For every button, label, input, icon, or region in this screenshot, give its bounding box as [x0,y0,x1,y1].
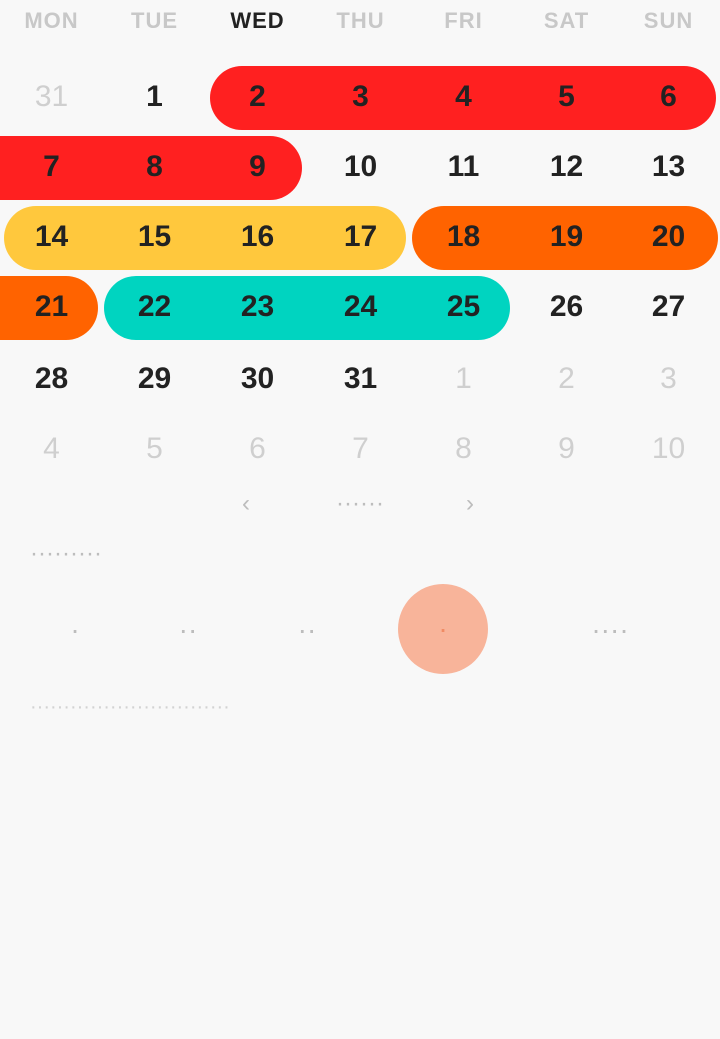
hint-text: ······························ [30,696,230,718]
calendar-day[interactable]: 22 [103,272,206,342]
calendar-day[interactable]: 19 [515,202,618,272]
calendar-day[interactable]: 2 [206,62,309,132]
weekday-header: MON TUE WED THU FRI SAT SUN [0,0,720,48]
calendar-day[interactable]: 30 [206,344,309,414]
calendar-day[interactable]: 18 [412,202,515,272]
calendar-day[interactable]: 4 [412,62,515,132]
calendar-day[interactable]: 10 [617,414,720,484]
calendar-day[interactable]: 25 [412,272,515,342]
calendar-day[interactable]: 6 [617,62,720,132]
weekday-fri: FRI [444,8,483,33]
prev-month-button[interactable]: ‹ [226,484,266,524]
calendar-day[interactable]: 3 [309,62,412,132]
option-4-selected[interactable]: · [398,584,488,674]
calendar-day[interactable]: 9 [515,414,618,484]
calendar-day[interactable]: 9 [206,132,309,202]
calendar-day[interactable]: 16 [206,202,309,272]
calendar-day[interactable]: 1 [412,344,515,414]
weekday-sat: SAT [543,8,590,33]
option-1[interactable]: · [45,600,105,660]
calendar-day[interactable]: 15 [103,202,206,272]
calendar-day[interactable]: 4 [0,414,103,484]
calendar-day[interactable]: 11 [412,132,515,202]
section-label: ········· [30,540,102,567]
calendar-day[interactable]: 8 [412,414,515,484]
weekday-sun: SUN [643,8,694,33]
calendar-day[interactable]: 7 [309,414,412,484]
calendar-day[interactable]: 29 [103,344,206,414]
calendar-day[interactable]: 2 [515,344,618,414]
next-month-button[interactable]: › [450,484,490,524]
calendar-day[interactable]: 1 [103,62,206,132]
option-5[interactable]: ···· [575,600,645,660]
calendar-day[interactable]: 17 [309,202,412,272]
calendar-day[interactable]: 26 [515,272,618,342]
calendar-day[interactable]: 20 [617,202,720,272]
calendar-day[interactable]: 23 [206,272,309,342]
weekday-thu: THU [336,8,385,33]
weekday-wed: WED [230,8,285,33]
calendar-day[interactable]: 8 [103,132,206,202]
calendar-day[interactable]: 10 [309,132,412,202]
calendar-day[interactable]: 6 [206,414,309,484]
calendar-day[interactable]: 5 [515,62,618,132]
calendar-day[interactable]: 24 [309,272,412,342]
calendar-day[interactable]: 27 [617,272,720,342]
calendar-day[interactable]: 21 [0,272,103,342]
option-2[interactable]: ·· [158,600,218,660]
calendar-day[interactable]: 13 [617,132,720,202]
calendar-day[interactable]: 5 [103,414,206,484]
calendar-day[interactable]: 3 [617,344,720,414]
calendar-day[interactable]: 31 [0,62,103,132]
calendar-day[interactable]: 7 [0,132,103,202]
calendar-day[interactable]: 28 [0,344,103,414]
option-3[interactable]: ·· [277,600,337,660]
calendar-day[interactable]: 12 [515,132,618,202]
weekday-tue: TUE [131,8,178,33]
month-label: ······ [336,490,384,517]
calendar-day[interactable]: 31 [309,344,412,414]
weekday-mon: MON [24,8,79,33]
calendar-day[interactable]: 14 [0,202,103,272]
